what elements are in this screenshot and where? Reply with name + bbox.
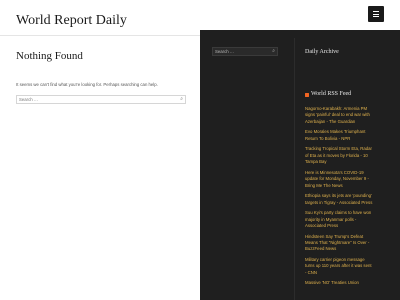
not-found-message: It seems we can't find what you're looki…: [16, 82, 158, 87]
sidebar-search-form: ⌕: [212, 47, 278, 56]
rss-icon: [305, 93, 309, 97]
sidebar-search-input[interactable]: [215, 48, 265, 55]
rss-feed-link[interactable]: Hindsteen Say Trump's Defeat Means That …: [305, 234, 373, 253]
main-search-form: ⌕: [16, 95, 186, 104]
archive-widget-title: Daily Archive: [305, 49, 339, 55]
rss-feed-link[interactable]: Evo Morales Makes Triumphant Return To B…: [305, 129, 373, 142]
rss-feed-link[interactable]: Nagorno-Karabakh: Armenia PM signs 'pain…: [305, 106, 373, 125]
hamburger-icon: [373, 11, 379, 12]
main-search-input[interactable]: [19, 96, 169, 103]
sidebar-column-divider: [294, 38, 295, 300]
rss-feed-list: Nagorno-Karabakh: Armenia PM signs 'pain…: [305, 106, 373, 291]
site-title[interactable]: World Report Daily: [16, 13, 127, 29]
search-icon[interactable]: ⌕: [180, 97, 183, 102]
rss-feed-link[interactable]: Tracking Tropical Storm Eta, Radar of Et…: [305, 146, 373, 165]
rss-feed-link[interactable]: Military carrier pigeon message turns up…: [305, 257, 373, 276]
rss-feed-link[interactable]: Suu Kyi's party claims to have won major…: [305, 210, 373, 229]
rss-feed-link[interactable]: Here is Minnesota's COVID-19 update for …: [305, 170, 373, 189]
rss-widget-title[interactable]: World RSS Feed: [311, 91, 351, 97]
menu-toggle-button[interactable]: [368, 6, 384, 22]
rss-feed-link[interactable]: Ethiopia says its jets are 'pounding' ta…: [305, 193, 373, 206]
header-divider: [0, 35, 200, 36]
site-header: World Report Daily: [0, 0, 400, 30]
rss-feed-link[interactable]: Massive 'NO' Treaties Union: [305, 280, 373, 286]
page-title: Nothing Found: [16, 50, 83, 62]
search-icon[interactable]: ⌕: [272, 49, 275, 54]
